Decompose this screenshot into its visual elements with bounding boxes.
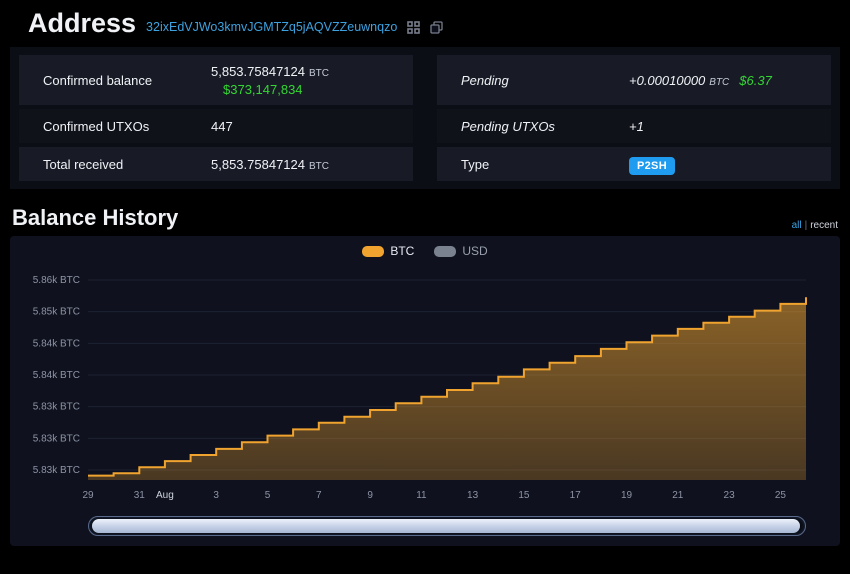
y-axis-label: 5.83k BTC: [33, 433, 80, 444]
y-axis-label: 5.83k BTC: [33, 465, 80, 476]
x-axis-label: 9: [367, 490, 373, 501]
balance-history-chart[interactable]: 5.86k BTC 5.85k BTC 5.84k BTC 5.84k BTC 5.83…: [18, 262, 832, 512]
address-type-badge: P2SH: [629, 156, 675, 175]
row-label: Type: [461, 156, 490, 172]
page-title: Address: [28, 8, 137, 38]
legend-label-usd: USD: [462, 244, 488, 258]
summary-row-confirmed-balance: Confirmed balance 5,853.75847124 BTC $373…: [19, 55, 413, 105]
range-separator: |: [804, 220, 808, 231]
summary-left-column: Confirmed balance 5,853.75847124 BTC $373…: [19, 55, 413, 181]
balance-history-header: Balance History all | recent: [0, 189, 850, 236]
balance-history-title: Balance History: [12, 205, 179, 230]
btc-amount: 5,853.75847124: [211, 63, 305, 79]
balance-area: [88, 297, 806, 480]
range-selector: all | recent: [792, 220, 838, 231]
x-axis-label: 25: [775, 490, 787, 501]
chart-scrollbar-handle[interactable]: [92, 519, 800, 533]
header: Address 32ixEdVJWo3kmvJGMTZq5jAQVZZeuwnq…: [0, 0, 850, 43]
address-summary: Confirmed balance 5,853.75847124 BTC $373…: [10, 47, 840, 189]
x-axis-label: 31: [134, 490, 146, 501]
btc-unit: BTC: [709, 76, 730, 88]
chart-scrollbar-track[interactable]: [88, 516, 806, 536]
summary-row-type: Type P2SH: [437, 147, 831, 181]
copy-icon[interactable]: [430, 21, 443, 34]
x-axis-label: 19: [621, 490, 633, 501]
btc-swatch: [362, 245, 385, 257]
balance-history-panel: BTC USD 5.86k BTC 5.85k BTC 5.84k BTC 5.84k…: [10, 236, 840, 546]
utxo-count: 447: [211, 118, 233, 134]
address-value[interactable]: 32ixEdVJWo3kmvJGMTZq5jAQVZZeuwnqzo: [146, 20, 397, 34]
x-axis-label: 7: [316, 490, 322, 501]
chart-legend: BTC USD: [18, 240, 832, 262]
row-label: Pending UTXOs: [461, 118, 555, 134]
x-axis-label: Aug: [156, 490, 174, 501]
legend-label-btc: BTC: [390, 244, 415, 258]
y-axis-label: 5.85k BTC: [33, 307, 80, 318]
x-axis-label: 21: [672, 490, 684, 501]
btc-unit: BTC: [308, 160, 329, 172]
summary-row-pending: Pending +0.00010000 BTC $6.37: [437, 55, 831, 105]
usd-swatch: [434, 245, 457, 257]
x-axis-label: 11: [416, 490, 427, 501]
legend-item-btc[interactable]: BTC: [362, 244, 414, 258]
range-recent-link[interactable]: recent: [810, 220, 838, 231]
x-axis-label: 3: [213, 490, 219, 501]
x-axis-label: 17: [570, 490, 582, 501]
qr-code-icon[interactable]: [407, 21, 421, 34]
row-label: Confirmed balance: [43, 72, 153, 88]
row-label: Total received: [43, 156, 124, 172]
pending-usd-amount: $6.37: [739, 72, 772, 88]
summary-right-column: Pending +0.00010000 BTC $6.37 Pending UTXO…: [437, 55, 831, 181]
x-axis-label: 15: [518, 490, 530, 501]
x-axis-label: 29: [82, 490, 94, 501]
x-axis-label: 5: [265, 490, 271, 501]
summary-row-pending-utxos: Pending UTXOs +1: [437, 109, 831, 143]
btc-amount: 5,853.75847124: [211, 156, 305, 172]
summary-row-total-received: Total received 5,853.75847124 BTC: [19, 147, 413, 181]
usd-amount: $373,147,834: [223, 81, 303, 97]
row-value: 5,853.75847124 BTC $373,147,834: [211, 64, 337, 97]
pending-utxo-count: +1: [629, 118, 644, 134]
row-label: Pending: [461, 72, 509, 88]
x-axis-label: 13: [467, 490, 479, 501]
pending-btc-amount: +0.00010000: [629, 72, 706, 88]
btc-unit: BTC: [308, 67, 329, 79]
legend-item-usd[interactable]: USD: [434, 244, 488, 258]
y-axis-label: 5.84k BTC: [33, 370, 80, 381]
y-axis-label: 5.86k BTC: [33, 275, 80, 286]
summary-row-confirmed-utxos: Confirmed UTXOs 447: [19, 109, 413, 143]
range-all-link[interactable]: all: [792, 220, 802, 231]
row-label: Confirmed UTXOs: [43, 118, 150, 134]
y-axis-label: 5.84k BTC: [33, 338, 80, 349]
page: Address 32ixEdVJWo3kmvJGMTZq5jAQVZZeuwnq…: [0, 0, 850, 546]
y-axis-label: 5.83k BTC: [33, 402, 80, 413]
x-axis-label: 23: [724, 490, 736, 501]
